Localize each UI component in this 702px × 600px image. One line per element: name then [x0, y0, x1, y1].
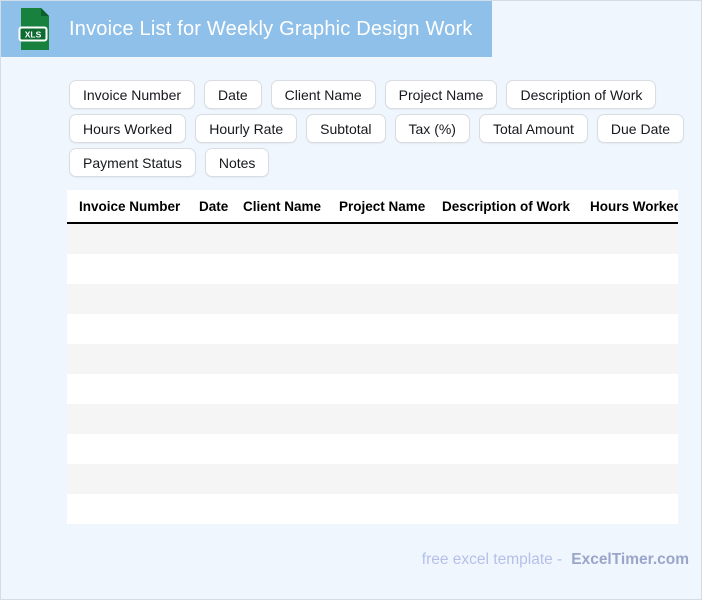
- table-row: [67, 374, 678, 404]
- column-chip-list: Invoice Number Date Client Name Project …: [69, 80, 685, 177]
- xls-file-icon: XLS: [18, 8, 49, 50]
- chip-invoice-number: Invoice Number: [69, 80, 196, 109]
- table-row: [67, 404, 678, 434]
- svg-text:XLS: XLS: [25, 30, 42, 40]
- col-header-project-name: Project Name: [339, 198, 426, 214]
- chip-tax-percent: Tax (%): [394, 114, 470, 143]
- footer-brand-link[interactable]: ExcelTimer.com: [571, 551, 689, 568]
- chip-hourly-rate: Hourly Rate: [195, 114, 298, 143]
- table-body: [67, 224, 678, 524]
- chip-hours-worked: Hours Worked: [69, 114, 187, 143]
- chip-total-amount: Total Amount: [478, 114, 588, 143]
- table-row: [67, 434, 678, 464]
- chip-due-date: Due Date: [596, 114, 685, 143]
- footer-tagline: free excel template -: [421, 551, 563, 568]
- chip-project-name: Project Name: [384, 80, 498, 109]
- chip-row: Payment Status Notes: [69, 148, 684, 177]
- footer: free excel template - ExcelTimer.com: [422, 551, 689, 569]
- table-row: [67, 314, 678, 344]
- chip-payment-status: Payment Status: [69, 148, 196, 177]
- spreadsheet-preview: Invoice Number Date Client Name Project …: [67, 190, 678, 524]
- chip-notes: Notes: [204, 148, 270, 177]
- table-row: [67, 224, 678, 254]
- col-header-client-name: Client Name: [243, 198, 322, 214]
- title-banner: XLS Invoice List for Weekly Graphic Desi…: [1, 1, 492, 57]
- col-header-hours-worked: Hours Worked: [590, 198, 678, 214]
- table-header-row: Invoice Number Date Client Name Project …: [67, 190, 678, 224]
- table-row: [67, 254, 678, 284]
- chip-row: Hours Worked Hourly Rate Subtotal Tax (%…: [69, 114, 685, 143]
- col-header-date: Date: [199, 198, 229, 214]
- table-row: [67, 344, 678, 374]
- chip-client-name: Client Name: [270, 80, 376, 109]
- col-header-description-of-work: Description of Work: [442, 198, 571, 214]
- chip-date: Date: [204, 80, 262, 109]
- table-row: [67, 284, 678, 314]
- col-header-invoice-number: Invoice Number: [79, 198, 181, 214]
- page: XLS Invoice List for Weekly Graphic Desi…: [0, 0, 702, 600]
- page-title: Invoice List for Weekly Graphic Design W…: [69, 17, 473, 40]
- table-row: [67, 494, 678, 524]
- table-row: [67, 464, 678, 494]
- chip-subtotal: Subtotal: [306, 114, 386, 143]
- chip-description-of-work: Description of Work: [506, 80, 657, 109]
- chip-row: Invoice Number Date Client Name Project …: [69, 80, 684, 109]
